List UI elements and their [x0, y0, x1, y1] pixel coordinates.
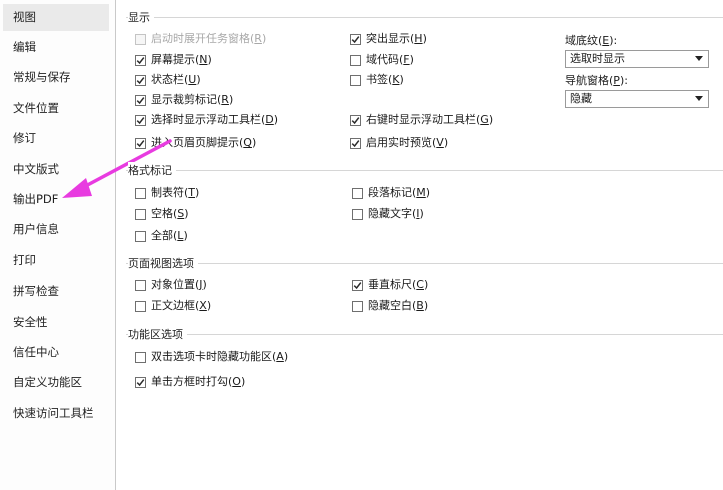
group-divider [126, 170, 723, 171]
nav-pane-label: 导航窗格(P): [565, 74, 628, 87]
option-crop-marks[interactable]: 显示裁剪标记 (R) [135, 92, 233, 108]
checkmark-icon [136, 378, 145, 386]
option-live-preview[interactable]: 启用实时预览 (V) [350, 135, 448, 151]
checkmark-icon [136, 96, 145, 104]
option-mini-toolbar-on-right-click[interactable]: 右键时显示浮动工具栏 (G) [350, 112, 493, 128]
option-highlight[interactable]: 突出显示 (H) [350, 31, 427, 47]
option-field-codes[interactable]: 域代码 (F) [350, 52, 414, 68]
checkbox[interactable] [135, 114, 146, 126]
checkmark-icon [136, 139, 145, 147]
option-bookmarks[interactable]: 书签 (K) [350, 72, 404, 88]
option-text-boundaries[interactable]: 正文边框 (X) [135, 298, 211, 314]
checkmark-icon [351, 116, 360, 124]
checkmark-icon [136, 76, 145, 84]
nav-pane-select[interactable]: 隐藏 [565, 90, 709, 108]
checkbox[interactable] [350, 74, 361, 86]
option-hidden-text[interactable]: 隐藏文字 (I) [352, 206, 424, 222]
option-vertical-ruler[interactable]: 垂直标尺 (C) [352, 277, 428, 293]
group-divider [126, 263, 723, 264]
checkbox[interactable] [135, 208, 146, 220]
option-object-anchors[interactable]: 对象位置 (J) [135, 277, 207, 293]
checkbox[interactable] [352, 208, 363, 220]
option-hide-white-space[interactable]: 隐藏空白 (B) [352, 298, 428, 314]
checkbox[interactable] [350, 137, 361, 149]
checkbox[interactable] [135, 94, 146, 106]
checkbox[interactable] [135, 54, 146, 66]
sidebar-item-export-pdf[interactable]: 输出PDF [3, 186, 109, 213]
sidebar-item-print[interactable]: 打印 [3, 247, 109, 274]
field-shading-select[interactable]: 选取时显示 [565, 50, 709, 68]
option-double-click-hide-ribbon[interactable]: 双击选项卡时隐藏功能区 (A) [135, 349, 288, 365]
chevron-down-icon [695, 96, 703, 101]
sidebar-item-view[interactable]: 视图 [3, 4, 109, 31]
sidebar-item-chinese-layout[interactable]: 中文版式 [3, 156, 109, 183]
sidebar-item-security[interactable]: 安全性 [3, 309, 109, 336]
checkbox[interactable] [135, 74, 146, 86]
sidebar-item-edit[interactable]: 编辑 [3, 34, 109, 61]
group-title-ribbon: 功能区选项 [128, 326, 187, 342]
options-sidebar: 视图 编辑 常规与保存 文件位置 修订 中文版式 输出PDF 用户信息 打印 拼… [0, 0, 116, 490]
checkmark-icon [136, 116, 145, 124]
checkmark-icon [351, 35, 360, 43]
option-all-marks[interactable]: 全部 (L) [135, 228, 188, 244]
chevron-down-icon [695, 56, 703, 61]
view-options-panel: 显示 启动时展开任务窗格 (R) 屏幕提示 (N) 状态栏 (U) 显示裁剪标记 (R)… [122, 0, 723, 490]
checkbox[interactable] [135, 137, 146, 149]
sidebar-item-quick-access-toolbar[interactable]: 快速访问工具栏 [3, 400, 109, 427]
option-spaces[interactable]: 空格 (S) [135, 206, 189, 222]
checkbox[interactable] [135, 300, 146, 312]
option-mini-toolbar-on-selection[interactable]: 选择时显示浮动工具栏 (D) [135, 112, 278, 128]
sidebar-item-general-save[interactable]: 常规与保存 [3, 64, 109, 91]
checkbox[interactable] [352, 300, 363, 312]
group-title-page-view: 页面视图选项 [128, 255, 198, 271]
checkmark-icon [351, 139, 360, 147]
sidebar-item-user-info[interactable]: 用户信息 [3, 216, 109, 243]
option-status-bar[interactable]: 状态栏 (U) [135, 72, 201, 88]
group-divider [126, 17, 723, 18]
checkbox[interactable] [135, 376, 146, 388]
checkbox[interactable] [350, 33, 361, 45]
checkbox[interactable] [352, 279, 363, 291]
sidebar-item-revisions[interactable]: 修订 [3, 125, 109, 152]
checkbox[interactable] [350, 54, 361, 66]
checkbox[interactable] [135, 187, 146, 199]
group-title-display: 显示 [128, 9, 154, 25]
checkbox[interactable] [135, 279, 146, 291]
checkbox[interactable] [135, 351, 146, 363]
checkmark-icon [136, 56, 145, 64]
group-divider [126, 334, 723, 335]
checkbox[interactable] [135, 230, 146, 242]
sidebar-item-customize-ribbon[interactable]: 自定义功能区 [3, 369, 109, 396]
sidebar-item-spell-check[interactable]: 拼写检查 [3, 278, 109, 305]
field-shading-label: 域底纹(E): [565, 34, 618, 47]
sidebar-item-file-locations[interactable]: 文件位置 [3, 95, 109, 122]
checkmark-icon [353, 281, 362, 289]
option-header-footer-hint[interactable]: 进入页眉页脚提示 (Q) [135, 135, 256, 151]
checkbox[interactable] [352, 187, 363, 199]
group-title-format-marks: 格式标记 [128, 162, 176, 178]
option-screen-tips[interactable]: 屏幕提示 (N) [135, 52, 212, 68]
option-paragraph-marks[interactable]: 段落标记 (M) [352, 185, 430, 201]
option-click-box-to-check[interactable]: 单击方框时打勾 (O) [135, 374, 245, 390]
checkbox [135, 33, 146, 45]
option-tab-characters[interactable]: 制表符 (T) [135, 185, 199, 201]
sidebar-item-trust-center[interactable]: 信任中心 [3, 339, 109, 366]
checkbox[interactable] [350, 114, 361, 126]
option-expand-task-pane-on-start: 启动时展开任务窗格 (R) [135, 31, 266, 47]
